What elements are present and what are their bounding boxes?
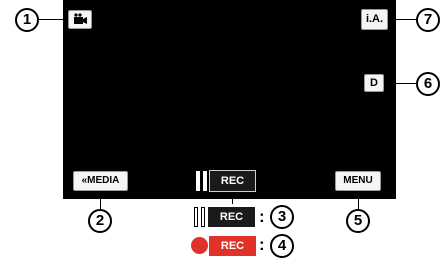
pause-icon xyxy=(195,171,208,191)
menu-button[interactable]: MENU xyxy=(335,171,381,191)
diagram-canvas: i.A. D «MEDIA REC MENU 1 7 6 2 5 REC : 3 xyxy=(0,0,446,268)
legend-pause-icon xyxy=(193,207,207,227)
rec-label: REC xyxy=(220,175,245,187)
intelligent-auto-button[interactable]: i.A. xyxy=(361,9,388,30)
callout-1: 1 xyxy=(15,8,39,32)
legend-colon-4: : xyxy=(259,235,265,254)
callout-5: 5 xyxy=(346,209,370,233)
callout-4: 4 xyxy=(270,234,294,258)
callout-7: 7 xyxy=(416,8,440,32)
d-label: D xyxy=(370,77,378,89)
media-label: MEDIA xyxy=(87,175,120,186)
callout-line-5 xyxy=(358,191,359,210)
callout-line-1 xyxy=(39,19,68,20)
callout-line-3 xyxy=(232,192,233,204)
legend-standby-tag: REC xyxy=(208,207,255,227)
media-button[interactable]: «MEDIA xyxy=(73,171,128,191)
menu-label: MENU xyxy=(343,175,373,186)
callout-3: 3 xyxy=(270,205,294,229)
callout-line-7 xyxy=(388,19,417,20)
callout-line-2 xyxy=(100,191,101,210)
legend-colon-3: : xyxy=(259,207,265,226)
callout-2: 2 xyxy=(88,209,112,233)
record-dot-icon xyxy=(191,237,208,254)
legend-recording-tag: REC xyxy=(209,236,256,256)
callout-line-6 xyxy=(384,83,416,84)
d-button[interactable]: D xyxy=(364,74,384,92)
mode-icon-button[interactable] xyxy=(68,10,92,29)
video-camera-icon xyxy=(74,13,87,24)
rec-button[interactable]: REC xyxy=(209,170,256,192)
callout-6: 6 xyxy=(416,72,440,96)
intelligent-auto-label: i.A. xyxy=(365,13,384,25)
